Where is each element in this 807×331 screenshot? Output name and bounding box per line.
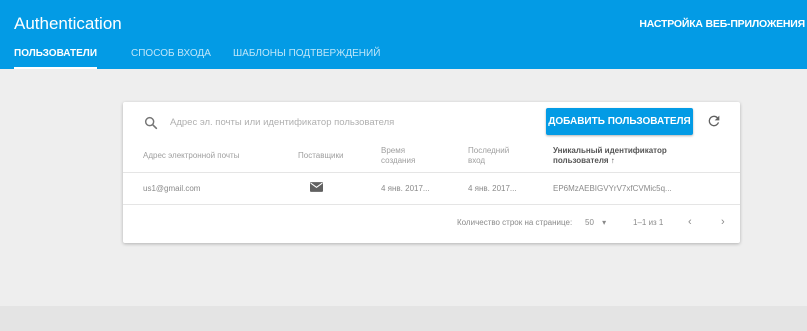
- chevron-left-icon[interactable]: ‹: [688, 216, 692, 228]
- row-uid: EP6MzAEBIGVYrV7xfCVMic5q...: [553, 184, 672, 193]
- column-last-login[interactable]: Последний вход: [468, 146, 509, 166]
- row-last-login: 4 янв. 2017...: [468, 184, 517, 193]
- web-app-settings-link[interactable]: НАСТРОЙКА ВЕБ-ПРИЛОЖЕНИЯ: [639, 18, 805, 30]
- row-email: us1@gmail.com: [143, 184, 201, 193]
- column-uid[interactable]: Уникальный идентификатор пользователя ↑: [553, 146, 673, 166]
- tab-templates[interactable]: ШАБЛОНЫ ПОДТВЕРЖДЕНИЙ: [233, 43, 380, 67]
- rows-per-page-value: 50: [585, 218, 594, 227]
- tab-users[interactable]: ПОЛЬЗОВАТЕЛИ: [14, 43, 98, 69]
- tab-sign-in-method[interactable]: СПОСОБ ВХОДА: [131, 43, 211, 67]
- column-created[interactable]: Время создания: [381, 146, 421, 166]
- row-created: 4 янв. 2017...: [381, 184, 430, 193]
- rows-per-page-label: Количество строк на странице:: [457, 218, 573, 227]
- users-card: Адрес эл. почты или идентификатор пользо…: [123, 102, 740, 243]
- sort-arrow-icon: ↑: [610, 156, 615, 165]
- tab-bar: ПОЛЬЗОВАТЕЛИ СПОСОБ ВХОДА ШАБЛОНЫ ПОДТВЕ…: [0, 43, 807, 69]
- add-user-button[interactable]: ДОБАВИТЬ ПОЛЬЗОВАТЕЛЯ: [546, 108, 693, 135]
- mail-icon: [310, 182, 323, 192]
- app-header: Authentication НАСТРОЙКА ВЕБ-ПРИЛОЖЕНИЯ …: [0, 0, 807, 69]
- table-row[interactable]: us1@gmail.com 4 янв. 2017... 4 янв. 2017…: [123, 173, 740, 205]
- chevron-right-icon[interactable]: ›: [721, 216, 725, 228]
- table-header: Адрес электронной почты Поставщики Время…: [123, 140, 740, 173]
- page-range: 1–1 из 1: [633, 218, 664, 227]
- bottom-strip: [0, 306, 807, 331]
- search-input[interactable]: Адрес эл. почты или идентификатор пользо…: [170, 117, 394, 128]
- pagination-bar: Количество строк на странице: 50 ▾ 1–1 и…: [123, 204, 740, 243]
- column-email[interactable]: Адрес электронной почты: [143, 151, 239, 161]
- rows-per-page-select[interactable]: 50 ▾: [585, 218, 606, 227]
- app-title: Authentication: [14, 14, 122, 33]
- search-icon[interactable]: [143, 115, 159, 131]
- refresh-icon[interactable]: [706, 113, 722, 129]
- column-providers: Поставщики: [298, 151, 344, 160]
- dropdown-arrow-icon: ▾: [602, 218, 607, 227]
